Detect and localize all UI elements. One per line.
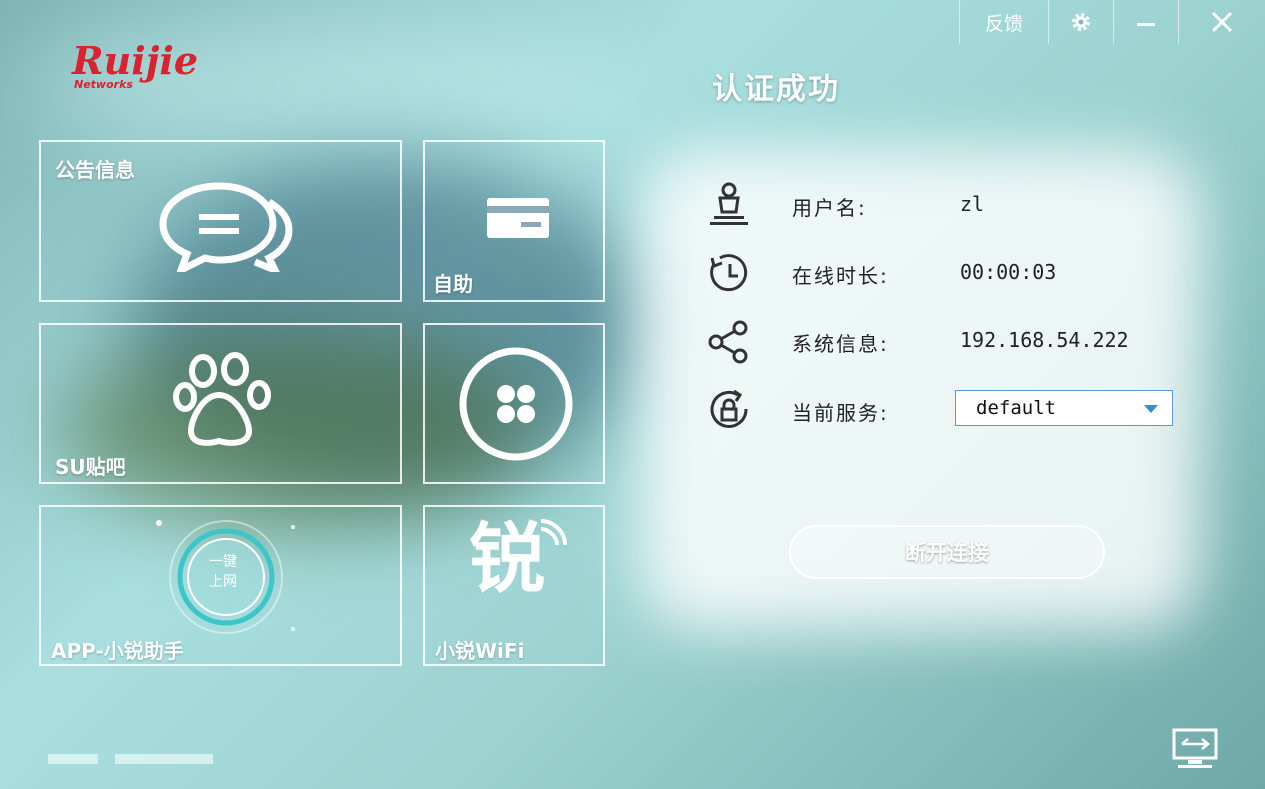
tile-su-tieba-label: SU贴吧 bbox=[55, 455, 126, 479]
clover-icon bbox=[459, 347, 573, 461]
minimize-icon bbox=[1137, 23, 1155, 26]
tile-announcement-label: 公告信息 bbox=[55, 158, 135, 182]
paw-icon bbox=[173, 352, 271, 446]
tile-su-tieba[interactable]: SU贴吧 bbox=[39, 323, 402, 484]
user-icon bbox=[710, 182, 748, 225]
username-label: 用户名: bbox=[792, 196, 867, 220]
tile-self-service-label: 自助 bbox=[433, 272, 473, 296]
ruijie-logo: Ruijie Networks bbox=[71, 38, 198, 91]
online-time-label: 在线时长: bbox=[792, 264, 889, 288]
username-value: zl bbox=[960, 192, 985, 216]
close-button[interactable] bbox=[1178, 0, 1265, 44]
tile-xiaorui-wifi[interactable]: 锐 小锐WiFi bbox=[423, 505, 605, 666]
tile-xiaorui-wifi-label: 小锐WiFi bbox=[435, 639, 525, 663]
disconnect-button[interactable]: 断开连接 bbox=[789, 525, 1105, 579]
service-select-value: default bbox=[976, 397, 1057, 419]
info-row-system-info: 系统信息: 192.168.54.222 bbox=[706, 316, 1186, 366]
network-monitor-icon[interactable] bbox=[1170, 728, 1220, 770]
lock-refresh-icon bbox=[710, 389, 748, 428]
system-info-label: 系统信息: bbox=[792, 332, 889, 356]
auth-status-title: 认证成功 bbox=[712, 72, 840, 107]
svg-text:Ruijie: Ruijie bbox=[71, 38, 198, 83]
minimize-button[interactable] bbox=[1113, 0, 1178, 44]
one-click-text-2: 上网 bbox=[209, 574, 237, 590]
rui-wifi-icon: 锐 bbox=[469, 514, 545, 603]
title-bar: 反馈 bbox=[959, 0, 1265, 44]
info-row-online-time: 在线时长: 00:00:03 bbox=[706, 248, 1186, 298]
card-icon bbox=[487, 198, 549, 238]
chevron-down-icon bbox=[1144, 405, 1158, 413]
app-window: 反馈 Ruijie Networks 公告信息 自助 SU贴吧 一键 上网 AP… bbox=[0, 0, 1265, 789]
gear-icon bbox=[1072, 13, 1090, 31]
close-icon bbox=[1211, 11, 1233, 33]
tile-self-service[interactable]: 自助 bbox=[423, 140, 605, 302]
feedback-label: 反馈 bbox=[984, 12, 1023, 35]
chat-bubbles-icon bbox=[159, 182, 293, 272]
current-service-label: 当前服务: bbox=[792, 401, 889, 425]
settings-button[interactable] bbox=[1048, 0, 1113, 44]
info-row-username: 用户名: zl bbox=[706, 180, 1186, 230]
share-icon bbox=[708, 320, 748, 364]
clock-icon bbox=[710, 254, 748, 292]
tile-clover[interactable] bbox=[423, 323, 605, 484]
feedback-button[interactable]: 反馈 bbox=[959, 0, 1048, 44]
disconnect-label: 断开连接 bbox=[905, 541, 989, 565]
tile-app-assistant-label: APP-小锐助手 bbox=[51, 639, 184, 663]
tile-app-assistant[interactable]: 一键 上网 APP-小锐助手 bbox=[39, 505, 402, 666]
system-info-value: 192.168.54.222 bbox=[960, 328, 1129, 352]
one-click-text-1: 一键 bbox=[209, 554, 237, 570]
bottom-indicator-left bbox=[48, 754, 98, 764]
tile-announcement[interactable]: 公告信息 bbox=[39, 140, 402, 302]
bottom-indicator-right bbox=[115, 754, 213, 764]
online-time-value: 00:00:03 bbox=[960, 260, 1057, 284]
service-select[interactable]: default bbox=[955, 390, 1173, 426]
wifi-signal-icon bbox=[540, 519, 567, 546]
svg-text:Networks: Networks bbox=[74, 78, 133, 91]
